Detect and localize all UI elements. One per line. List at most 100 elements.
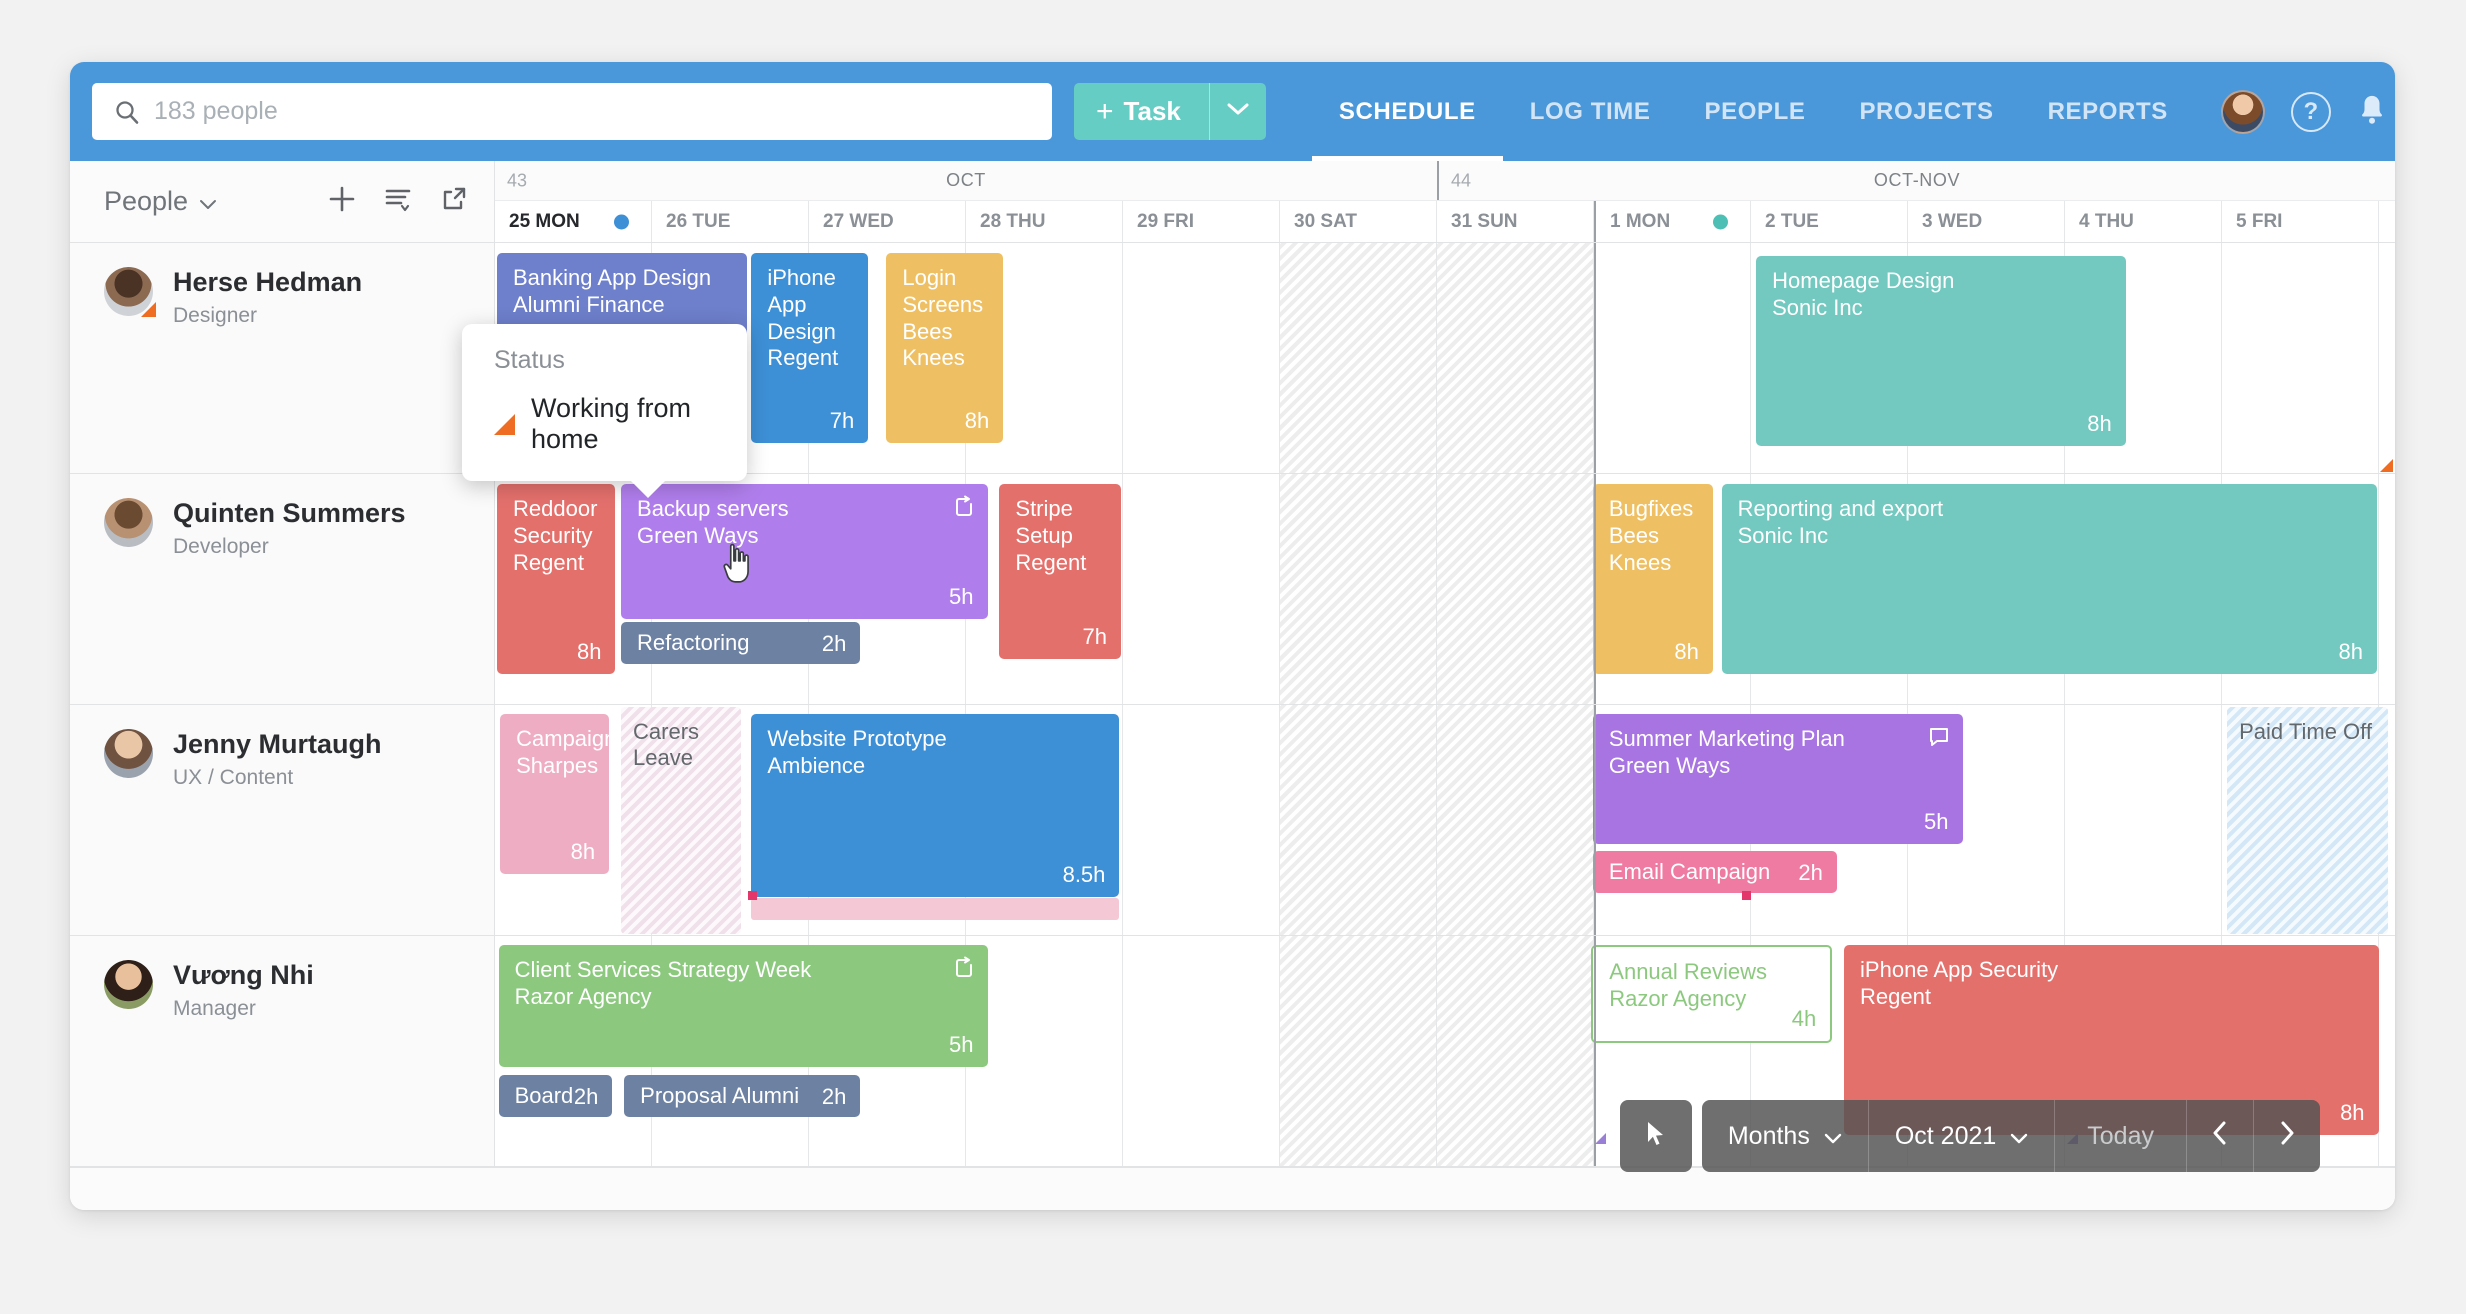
add-person-icon[interactable] (328, 185, 356, 218)
add-task-dropdown-button[interactable] (1209, 83, 1266, 140)
search-input[interactable] (154, 97, 1052, 126)
leave-block[interactable]: Carers Leave (621, 707, 742, 934)
day-header-29-fri[interactable]: 29 FRI (1123, 201, 1280, 242)
week-separator (1594, 936, 1596, 1166)
task-block[interactable]: Backup servers Green Ways 5h (621, 484, 988, 619)
task-block[interactable]: Homepage Design Sonic Inc 8h (1756, 256, 2126, 446)
zoom-level-dropdown[interactable]: Months (1702, 1100, 1869, 1172)
person-row[interactable]: Vương Nhi Manager (70, 936, 494, 1167)
export-icon[interactable] (440, 185, 468, 218)
nav-item-projects[interactable]: PROJECTS (1832, 62, 2020, 161)
avatar[interactable] (104, 960, 153, 1009)
resize-handle-icon[interactable] (2380, 459, 2393, 472)
day-header-30-sat[interactable]: 30 SAT (1280, 201, 1437, 242)
day-header-5-fri[interactable]: 5 FRI (2222, 201, 2379, 242)
add-task-button-group[interactable]: + Task (1074, 83, 1266, 140)
search-field-wrapper[interactable] (92, 83, 1052, 140)
task-block[interactable]: Annual Reviews Razor Agency 4h (1591, 945, 1833, 1043)
task-block[interactable]: Login Screens Bees Knees 8h (886, 253, 1004, 443)
timeline-cell[interactable] (1280, 243, 1437, 473)
task-title: Login Screens (902, 265, 984, 317)
timeline-cell[interactable] (966, 936, 1123, 1166)
timeline-cell[interactable] (2222, 243, 2379, 473)
leave-block[interactable]: Paid Time Off (2227, 707, 2388, 934)
timeline-cell[interactable] (1280, 936, 1437, 1166)
task-block[interactable]: iPhone App Design Regent 7h (751, 253, 869, 443)
next-period-button[interactable] (2254, 1100, 2320, 1172)
day-header-27-wed[interactable]: 27 WED (809, 201, 966, 242)
person-row[interactable]: Herse Hedman Designer (70, 243, 494, 474)
task-hours: 8h (2340, 1100, 2365, 1126)
avatar[interactable] (104, 498, 153, 547)
chevron-down-icon (1824, 1122, 1842, 1151)
cursor-tool-button[interactable] (1619, 1100, 1692, 1172)
nav-item-log-time[interactable]: LOG TIME (1503, 62, 1678, 161)
task-title: Campaign (516, 726, 610, 751)
add-task-button[interactable]: + Task (1074, 83, 1210, 140)
task-block[interactable]: Email Campaign 2h (1592, 851, 1837, 893)
timeline-cell[interactable] (1123, 705, 1280, 935)
timeline-cell[interactable] (1280, 474, 1437, 704)
task-title: Reddoor Security (513, 496, 598, 548)
cursor-arrow-icon (1645, 1120, 1667, 1153)
task-block[interactable]: Website Prototype Ambience 8.5h (751, 714, 1120, 897)
nav-item-schedule[interactable]: SCHEDULE (1311, 62, 1503, 161)
avatar[interactable] (104, 267, 156, 317)
day-header-31-sun[interactable]: 31 SUN (1437, 201, 1594, 242)
task-title: Client Services Strategy Week (514, 957, 812, 982)
date-range-dropdown[interactable]: Oct 2021 (1869, 1100, 2056, 1172)
mouse-cursor-hand-icon (720, 542, 752, 589)
timeline-cell[interactable] (1594, 243, 1751, 473)
task-block[interactable]: Refactoring 2h (621, 622, 861, 664)
user-avatar[interactable] (2220, 89, 2265, 134)
day-header-3-wed[interactable]: 3 WED (1908, 201, 2065, 242)
people-column: Herse Hedman Designer Quinten Summers Devel… (70, 243, 495, 1167)
task-block[interactable]: Campaign Sharpes 8h (500, 714, 610, 874)
repeat-icon (953, 495, 975, 517)
task-block[interactable]: Reporting and export Sonic Inc 8h (1721, 484, 2377, 674)
help-icon[interactable]: ? (2290, 91, 2331, 132)
bottom-float-toolbar: Months Oct 2021 Today (1619, 1100, 2320, 1172)
task-hours: 7h (1082, 624, 1107, 650)
day-header-26-tue[interactable]: 26 TUE (652, 201, 809, 242)
notifications-bell-icon[interactable] (2357, 93, 2387, 130)
task-hours: 8.5h (1062, 862, 1106, 888)
day-header-2-tue[interactable]: 2 TUE (1751, 201, 1908, 242)
timeline-cell[interactable] (1280, 705, 1437, 935)
timeline-cell[interactable] (2065, 705, 2222, 935)
timeline-cell[interactable] (1437, 243, 1594, 473)
chevron-down-icon (1227, 102, 1249, 121)
day-header-28-thu[interactable]: 28 THU (966, 201, 1123, 242)
task-block[interactable]: Bugfixes Bees Knees 8h (1592, 484, 1713, 674)
timeline-cell[interactable] (1123, 243, 1280, 473)
day-header-4-thu[interactable]: 4 THU (2065, 201, 2222, 242)
timeline-cell[interactable] (1123, 474, 1280, 704)
task-block[interactable]: Proposal Alumni 2h (624, 1075, 861, 1117)
timeline-cell[interactable] (1437, 936, 1594, 1166)
task-block[interactable]: Board me2h (498, 1075, 613, 1117)
timeline-cell[interactable] (1123, 936, 1280, 1166)
people-panel-tools (328, 185, 468, 218)
status-popover: Status Working from home (462, 324, 747, 498)
date-range-label: Oct 2021 (1894, 1121, 1997, 1150)
avatar[interactable] (104, 729, 153, 778)
task-block[interactable]: Stripe Setup Regent 7h (999, 484, 1121, 659)
today-button[interactable]: Today (2055, 1100, 2187, 1172)
task-hours: 7h (829, 408, 855, 434)
task-block[interactable]: Summer Marketing Plan Green Ways 5h (1592, 714, 1963, 844)
timeline-cell[interactable] (1437, 474, 1594, 704)
task-hours: 5h (949, 1032, 974, 1058)
task-block[interactable]: Client Services Strategy Week Razor Agenc… (498, 945, 988, 1067)
timeline-cell[interactable] (1437, 705, 1594, 935)
nav-item-reports[interactable]: REPORTS (2021, 62, 2195, 161)
nav-item-people[interactable]: PEOPLE (1677, 62, 1832, 161)
sort-icon[interactable] (384, 185, 412, 218)
chevron-down-icon (199, 186, 217, 217)
person-row[interactable]: Quinten Summers Developer (70, 474, 494, 705)
person-row[interactable]: Jenny Murtaugh UX / Content (70, 705, 494, 936)
day-header-25-mon[interactable]: 25 MON (495, 201, 652, 242)
task-block[interactable]: Reddoor Security Regent 8h (497, 484, 616, 674)
previous-period-button[interactable] (2187, 1100, 2254, 1172)
day-header-1-mon[interactable]: 1 MON (1594, 201, 1751, 242)
people-filter-dropdown[interactable]: People (104, 186, 217, 217)
